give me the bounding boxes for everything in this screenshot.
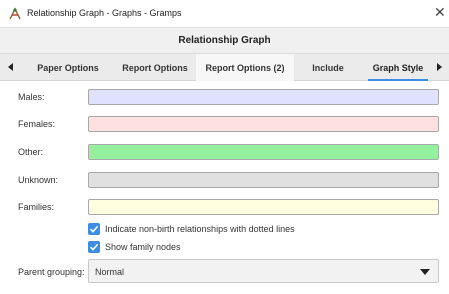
parent-grouping-value: Normal	[95, 267, 125, 277]
tab-paper-options[interactable]: Paper Options	[22, 54, 114, 81]
parent-grouping-label: Parent grouping:	[18, 267, 85, 277]
family-nodes-checkbox[interactable]	[88, 241, 100, 253]
tab-graph-style-label: Graph Style	[372, 63, 424, 73]
other-label: Other:	[18, 147, 44, 157]
unknown-color-button[interactable]	[88, 172, 439, 188]
close-icon[interactable]: ✕	[434, 5, 446, 19]
chevron-down-icon	[420, 269, 430, 275]
graph-style-panel: Males: Females: Other: Unknown: Families…	[0, 81, 449, 294]
tab-report-options-2[interactable]: Report Options (2)	[196, 54, 294, 81]
parent-grouping-select[interactable]: Normal	[88, 259, 439, 283]
gramps-app-icon	[9, 7, 21, 20]
triangle-right-icon[interactable]	[434, 62, 444, 72]
family-nodes-label: Show family nodes	[105, 242, 181, 252]
other-color-button[interactable]	[88, 144, 439, 160]
females-label: Females:	[18, 119, 56, 129]
triangle-left-icon[interactable]	[6, 62, 16, 72]
dotted-lines-label: Indicate non-birth relationships with do…	[105, 224, 295, 234]
families-label: Families:	[18, 202, 55, 212]
dotted-lines-checkbox[interactable]	[88, 223, 100, 235]
tab-graph-style[interactable]: Graph Style	[362, 54, 434, 81]
families-color-button[interactable]	[88, 199, 439, 215]
tab-report-options[interactable]: Report Options	[114, 54, 196, 81]
males-color-button[interactable]	[88, 89, 439, 105]
window-title: Relationship Graph - Graphs - Gramps	[27, 8, 182, 18]
checkmark-icon	[89, 243, 99, 251]
males-label: Males:	[18, 92, 45, 102]
tab-bar: Paper Options Report Options Report Opti…	[0, 54, 449, 81]
dialog-header: Relationship Graph	[0, 28, 449, 54]
tab-include[interactable]: Include	[294, 54, 362, 81]
females-color-button[interactable]	[88, 116, 439, 132]
window-titlebar: Relationship Graph - Graphs - Gramps ✕	[0, 0, 449, 28]
unknown-label: Unknown:	[18, 175, 59, 185]
dialog-title: Relationship Graph	[178, 35, 271, 46]
checkmark-icon	[89, 225, 99, 233]
